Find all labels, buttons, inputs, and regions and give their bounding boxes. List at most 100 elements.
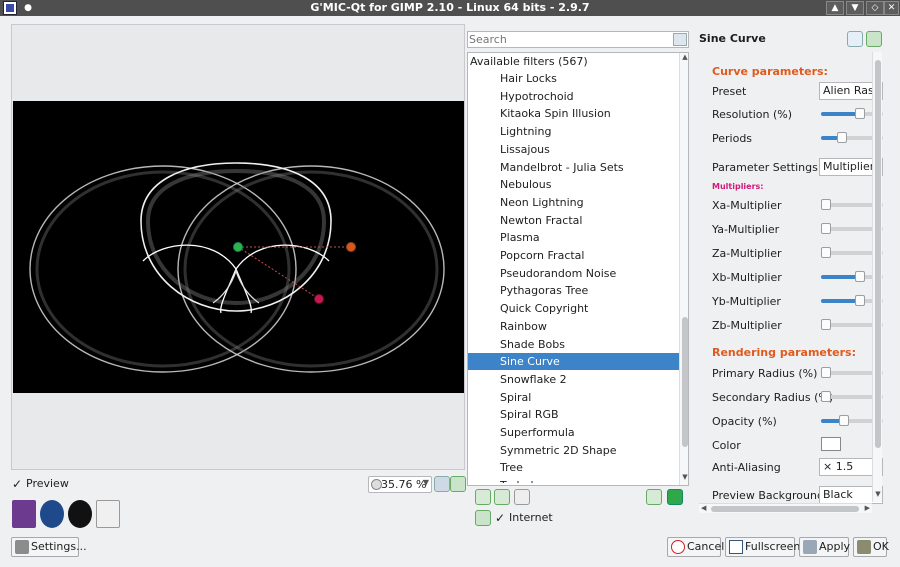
close-button[interactable]: ✕ xyxy=(884,1,899,15)
zoom-combo[interactable]: 35.76 % ▼ xyxy=(368,476,432,493)
params-scroll-thumb[interactable] xyxy=(875,60,881,448)
control-point-orange xyxy=(346,242,356,252)
filter-item[interactable]: Plasma xyxy=(468,229,679,246)
params-hscrollbar[interactable]: ◀ ▶ xyxy=(699,503,872,513)
control-point-magenta xyxy=(314,294,324,304)
internet-label: Internet xyxy=(509,511,553,524)
filter-item[interactable]: Spiral xyxy=(468,389,679,406)
filter-item[interactable]: Quick Copyright xyxy=(468,300,679,317)
fullscreen-button[interactable]: Fullscreen xyxy=(725,537,800,557)
preview-background-label: Preview Background xyxy=(712,489,824,502)
unicaen-logo xyxy=(68,500,92,528)
title-bar: ● G'MIC-Qt for GIMP 2.10 - Linux 64 bits… xyxy=(0,0,900,16)
rendering-parameters-heading: Rendering parameters: xyxy=(712,346,856,359)
filter-item[interactable]: Pythagoras Tree xyxy=(468,282,679,299)
filter-item[interactable]: Superformula xyxy=(468,424,679,441)
reset-params-button[interactable] xyxy=(866,31,882,47)
zoom-in-button[interactable] xyxy=(434,476,450,492)
parameter-settings-label: Parameter Settings xyxy=(712,161,818,174)
search-input[interactable] xyxy=(469,32,669,47)
minimize-button[interactable]: ▼ xyxy=(846,1,864,15)
zoom-value: 35.76 % xyxy=(381,478,427,491)
filter-item[interactable]: Lissajous xyxy=(468,141,679,158)
params-scroll-down-arrow[interactable]: ▼ xyxy=(873,490,883,498)
antialiasing-label: Anti-Aliasing xyxy=(712,461,781,474)
filter-item[interactable]: Sine Curve xyxy=(468,353,679,371)
multiplier-label: Ya-Multiplier xyxy=(712,223,780,236)
update-filters-button[interactable] xyxy=(475,510,491,526)
chevron-down-icon: ▼ xyxy=(422,478,429,487)
window-title: G'MIC-Qt for GIMP 2.10 - Linux 64 bits -… xyxy=(310,1,590,14)
filter-item[interactable]: Mandelbrot - Julia Sets xyxy=(468,159,679,176)
control-point-green xyxy=(233,242,243,252)
multiplier-label: Yb-Multiplier xyxy=(712,295,781,308)
filter-items: Hair Locks Hypotrochoid Kitaoka Spin Illus… xyxy=(468,70,679,483)
params-scroll-left-arrow[interactable]: ◀ xyxy=(701,504,706,512)
params-vscrollbar[interactable]: ▼ xyxy=(872,52,882,502)
preview-canvas[interactable] xyxy=(13,101,464,393)
secondary-radius-label: Secondary Radius (%) xyxy=(712,391,834,404)
ok-label: OK xyxy=(873,540,889,553)
preset-label: Preset xyxy=(712,85,747,98)
filter-item[interactable]: Neon Lightning xyxy=(468,194,679,211)
filter-title: Sine Curve xyxy=(699,32,766,45)
multiplier-label: Xa-Multiplier xyxy=(712,199,782,212)
add-fave-button[interactable] xyxy=(475,489,491,505)
color-swatch[interactable] xyxy=(821,437,841,451)
remove-fave-button[interactable] xyxy=(494,489,510,505)
multiplier-label: Xb-Multiplier xyxy=(712,271,782,284)
select-filter-button[interactable] xyxy=(667,489,683,505)
filter-tree-header: Available filters (567) xyxy=(470,55,588,68)
rename-fave-button[interactable] xyxy=(514,489,530,505)
params-scroll-right-arrow[interactable]: ▶ xyxy=(865,504,870,512)
curve-parameters-heading: Curve parameters: xyxy=(712,65,828,78)
scroll-thumb[interactable] xyxy=(682,317,688,447)
apply-button[interactable]: Apply xyxy=(799,537,850,557)
filter-item[interactable]: Snowflake 2 xyxy=(468,371,679,388)
filter-item[interactable]: Symmetric 2D Shape xyxy=(468,442,679,459)
filter-item[interactable]: Tree xyxy=(468,459,679,476)
preview-checkbox[interactable]: ✓ xyxy=(12,477,22,491)
expand-collapse-button[interactable] xyxy=(646,489,662,505)
internet-checkbox[interactable]: ✓ xyxy=(495,511,505,525)
periods-label: Periods xyxy=(712,132,753,145)
search-box[interactable] xyxy=(467,31,689,48)
preview-label: Preview xyxy=(26,477,69,490)
filter-item[interactable]: Newton Fractal xyxy=(468,212,679,229)
filter-item[interactable]: Turbulence xyxy=(468,477,679,483)
refresh-preview-button[interactable] xyxy=(450,476,466,492)
keep-above-button[interactable]: ▲ xyxy=(826,1,844,15)
maximize-button[interactable]: ◇ xyxy=(866,1,884,15)
scroll-down-arrow[interactable]: ▼ xyxy=(680,473,688,481)
input-output-button[interactable] xyxy=(847,31,863,47)
cnrs-logo xyxy=(40,500,64,528)
cancel-button[interactable]: Cancel xyxy=(667,537,724,557)
filter-list-scrollbar[interactable]: ▲ ▼ xyxy=(679,53,688,485)
filter-item[interactable]: Hair Locks xyxy=(468,70,679,87)
multiplier-label: Za-Multiplier xyxy=(712,247,782,260)
filter-item[interactable]: Hypotrochoid xyxy=(468,88,679,105)
scroll-up-arrow[interactable]: ▲ xyxy=(680,53,688,61)
resolution-label: Resolution (%) xyxy=(712,108,793,121)
params-panel: Curve parameters: Preset Alien Rasta Res… xyxy=(699,52,883,514)
filter-item[interactable]: Kitaoka Spin Illusion xyxy=(468,105,679,122)
color-label: Color xyxy=(712,439,741,452)
filter-item[interactable]: Shade Bobs xyxy=(468,336,679,353)
filter-item[interactable]: Rainbow xyxy=(468,318,679,335)
params-hscroll-thumb[interactable] xyxy=(711,506,859,512)
greyc-logo xyxy=(12,500,36,528)
filter-tree[interactable]: Available filters (567) Hair Locks Hypotr… xyxy=(467,52,689,486)
settings-label: Settings... xyxy=(31,540,87,553)
primary-radius-label: Primary Radius (%) xyxy=(712,367,818,380)
search-icon[interactable] xyxy=(673,33,687,46)
filter-item[interactable]: Nebulous xyxy=(468,176,679,193)
cancel-icon xyxy=(671,540,685,554)
filter-item[interactable]: Spiral RGB xyxy=(468,406,679,423)
multipliers-heading: Multipliers: xyxy=(712,182,764,191)
fullscreen-icon xyxy=(729,540,743,554)
filter-item[interactable]: Lightning xyxy=(468,123,679,140)
settings-button[interactable]: Settings... xyxy=(11,537,87,557)
filter-item[interactable]: Pseudorandom Noise xyxy=(468,265,679,282)
ok-button[interactable]: OK xyxy=(853,537,889,557)
filter-item[interactable]: Popcorn Fractal xyxy=(468,247,679,264)
